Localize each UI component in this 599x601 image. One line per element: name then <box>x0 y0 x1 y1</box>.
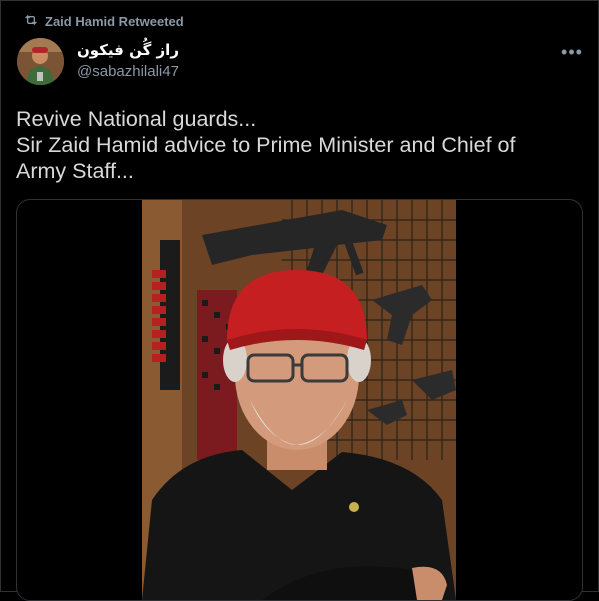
tweet-card[interactable]: Zaid Hamid Retweeted راز گُن فیکون @saba… <box>0 0 599 601</box>
tweet-text-line: Revive National guards... <box>16 107 257 131</box>
avatar[interactable] <box>17 38 64 85</box>
author-handle[interactable]: @sabazhilali47 <box>77 63 179 80</box>
video-frame <box>142 200 456 600</box>
tweet-text: Revive National guards... Sir Zaid Hamid… <box>16 106 586 184</box>
retweet-icon <box>23 12 45 31</box>
author-display-name[interactable]: راز گُن فیکون <box>77 41 179 59</box>
retweeted-by-label[interactable]: Zaid Hamid Retweeted <box>45 14 184 29</box>
tweet-text-line: Sir Zaid Hamid advice to Prime Minister … <box>16 133 516 157</box>
media-card[interactable] <box>16 199 583 601</box>
tweet-text-line: Army Staff... <box>16 159 134 183</box>
retweet-indicator[interactable]: Zaid Hamid Retweeted <box>23 11 184 31</box>
video-player[interactable] <box>142 200 456 600</box>
more-icon[interactable]: ••• <box>557 39 587 65</box>
